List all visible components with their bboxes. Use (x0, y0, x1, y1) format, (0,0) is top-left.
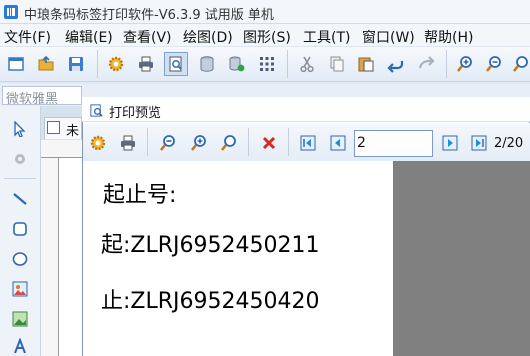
zoom-in-icon[interactable] (189, 133, 209, 153)
undo-icon[interactable] (386, 54, 406, 74)
grid-icon[interactable] (257, 54, 277, 74)
paste-icon[interactable] (356, 54, 376, 74)
horizontal-ruler (41, 140, 82, 158)
image-icon[interactable] (10, 279, 30, 299)
document-tab-icon (47, 121, 60, 134)
picture-icon[interactable] (10, 309, 30, 329)
menu-shape[interactable]: 图形(S) (243, 27, 291, 47)
zoom-in-icon[interactable] (455, 54, 475, 74)
zoom-out-icon[interactable] (158, 133, 178, 153)
page-number-input[interactable]: 2 (354, 130, 433, 157)
settings-icon[interactable] (106, 54, 126, 74)
vertical-ruler (41, 158, 59, 356)
toolbar-separator (97, 50, 98, 78)
rotate-icon[interactable] (10, 149, 30, 169)
ellipse-icon[interactable] (10, 249, 30, 269)
new-icon[interactable] (6, 54, 26, 74)
copy-icon[interactable] (327, 54, 347, 74)
next-page-icon[interactable] (441, 134, 459, 152)
zoom-fit-icon[interactable] (512, 54, 530, 74)
menu-tools[interactable]: 工具(T) (303, 27, 350, 47)
menu-edit[interactable]: 编辑(E) (65, 27, 113, 47)
window-title: 中琅条码标签打印软件-V6.3.9 试用版 单机 (24, 8, 274, 23)
toolbar-separator (147, 128, 148, 156)
document-tab-label: 未 (66, 124, 80, 139)
menu-file[interactable]: 文件(F) (4, 27, 51, 47)
zoom-out-icon[interactable] (484, 54, 504, 74)
zoom-fit-icon[interactable] (219, 133, 239, 153)
toolbar-separator (248, 128, 249, 156)
settings-icon[interactable] (88, 133, 108, 153)
select-arrow-icon[interactable] (10, 119, 30, 139)
last-page-icon[interactable] (470, 134, 488, 152)
save-icon[interactable] (66, 54, 86, 74)
preview-title: 打印预览 (109, 106, 162, 121)
app-logo-icon (3, 4, 19, 20)
title-bar: 中琅条码标签打印软件-V6.3.9 试用版 单机 (0, 0, 530, 24)
preview-title-bar: 打印预览 (82, 97, 530, 122)
redo-icon[interactable] (416, 54, 436, 74)
previous-page-icon[interactable] (329, 134, 347, 152)
print-preview-icon[interactable] (164, 52, 188, 76)
label-page: 起止号: 起:ZLRJ6952450211 止:ZLRJ6952450420 (83, 161, 393, 356)
document-tab[interactable]: 未 (44, 117, 82, 139)
text-icon[interactable] (10, 336, 30, 356)
menu-window[interactable]: 窗口(W) (362, 27, 415, 47)
toolbar-separator (288, 128, 289, 156)
font-name-select[interactable]: 微软雅黑 (2, 86, 82, 107)
menu-help[interactable]: 帮助(H) (424, 27, 473, 47)
label-canvas (59, 158, 82, 356)
label-start-number: 起:ZLRJ6952450211 (101, 233, 320, 258)
database-settings-icon[interactable] (227, 54, 247, 74)
page-number-value: 2 (357, 135, 366, 151)
rectangle-icon[interactable] (10, 219, 30, 239)
line-icon[interactable] (10, 189, 30, 209)
toolbar-separator (4, 178, 36, 179)
database-icon[interactable] (197, 54, 217, 74)
print-preview-icon (88, 102, 104, 118)
print-icon[interactable] (136, 54, 156, 74)
menu-view[interactable]: 查看(V) (123, 27, 172, 47)
toolbar-separator (446, 50, 447, 78)
open-icon[interactable] (36, 54, 56, 74)
label-end-number: 止:ZLRJ6952450420 (101, 289, 320, 314)
close-preview-icon[interactable] (259, 133, 279, 153)
cut-icon[interactable] (297, 54, 317, 74)
font-name-value: 微软雅黑 (6, 92, 59, 107)
menu-draw[interactable]: 绘图(D) (183, 27, 233, 47)
toolbar-separator (287, 50, 288, 78)
label-heading: 起止号: (103, 183, 177, 208)
page-count: 2/20 (494, 136, 524, 151)
print-icon[interactable] (118, 133, 138, 153)
first-page-icon[interactable] (299, 134, 317, 152)
